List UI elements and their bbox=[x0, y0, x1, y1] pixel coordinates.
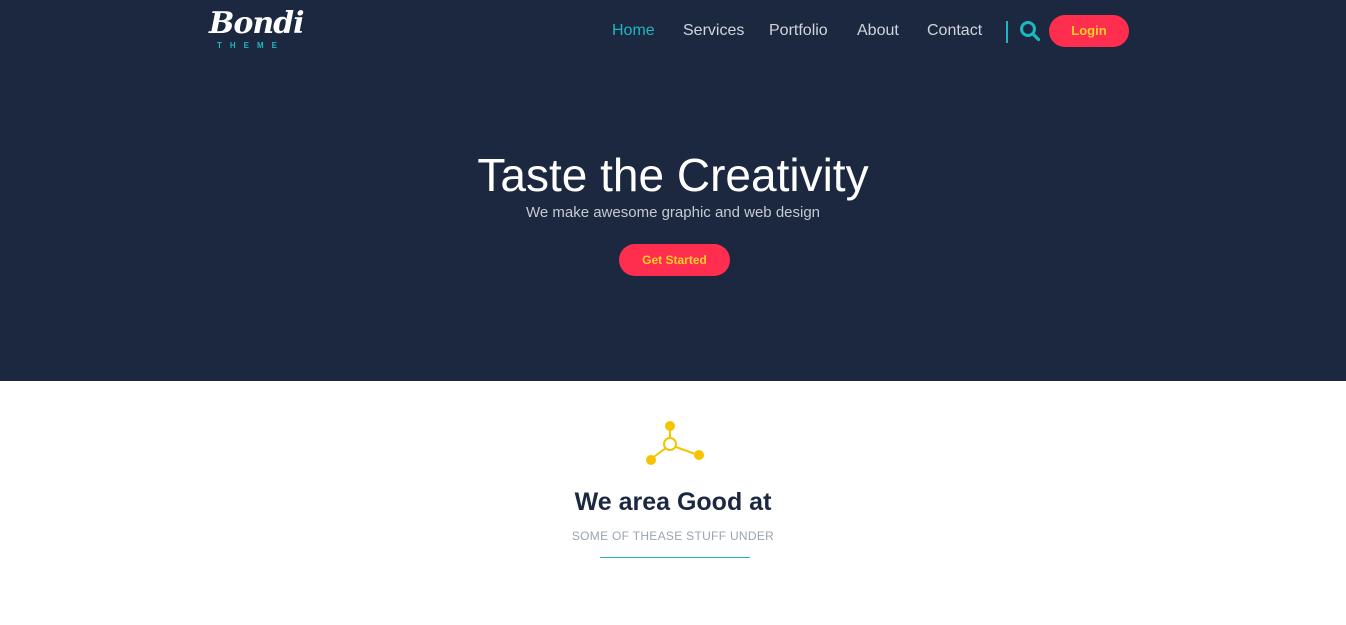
brand-logo-text: Bondi bbox=[209, 6, 305, 41]
section-title: We area Good at bbox=[574, 488, 772, 516]
nav-item-services[interactable]: Services bbox=[683, 20, 744, 42]
brand-logo[interactable]: Bondi THEME bbox=[209, 6, 305, 54]
nav-item-contact[interactable]: Contact bbox=[927, 20, 982, 42]
nav-divider bbox=[1006, 21, 1008, 43]
login-button[interactable]: Login bbox=[1049, 15, 1129, 47]
hero-subtitle: We make awesome graphic and web design bbox=[525, 204, 821, 221]
brand-logo-subtext: THEME bbox=[217, 41, 285, 50]
molecule-icon bbox=[646, 421, 704, 465]
nav-item-home[interactable]: Home bbox=[612, 20, 655, 42]
section-subtitle: SOME OF THEASE STUFF UNDER bbox=[571, 529, 775, 543]
hero-section: Bondi THEME Home Services Portfolio Abou… bbox=[0, 0, 1346, 381]
section-underline bbox=[600, 557, 750, 558]
nav-item-portfolio[interactable]: Portfolio bbox=[769, 20, 828, 42]
hero-title: Taste the Creativity bbox=[477, 149, 869, 201]
get-started-button[interactable]: Get Started bbox=[619, 244, 730, 276]
nav-item-about[interactable]: About bbox=[857, 20, 899, 42]
search-icon[interactable] bbox=[1019, 20, 1041, 42]
